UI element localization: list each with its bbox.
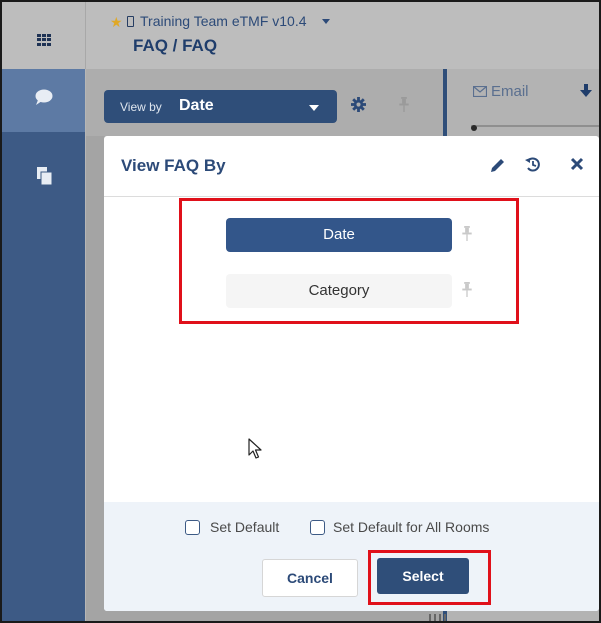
app-window: ★ Training Team eTMF v10.4 FAQ / FAQ Vie…: [0, 0, 601, 623]
grid-icon[interactable]: [37, 34, 51, 46]
app-title[interactable]: Training Team eTMF v10.4: [140, 13, 307, 29]
view-by-label: View by: [120, 100, 162, 114]
list-item: [471, 125, 599, 131]
select-highlight: [368, 550, 491, 605]
chat-icon[interactable]: [35, 89, 53, 105]
pin-icon[interactable]: [399, 97, 409, 112]
gear-icon[interactable]: [351, 97, 366, 112]
breadcrumb: FAQ / FAQ: [133, 36, 218, 55]
phone-icon: [127, 16, 134, 27]
left-sidebar: [2, 69, 85, 621]
download-icon[interactable]: [580, 84, 592, 98]
page-header: ★ Training Team eTMF v10.4 FAQ / FAQ: [86, 2, 599, 69]
view-faq-by-dialog: View FAQ By Date Category Set Default Se…: [104, 136, 599, 611]
dialog-header: View FAQ By: [104, 136, 599, 197]
app-launcher[interactable]: [2, 2, 86, 69]
close-icon[interactable]: [570, 157, 584, 171]
pencil-icon[interactable]: [490, 157, 506, 173]
cursor-icon: [248, 438, 262, 459]
star-icon[interactable]: ★: [110, 14, 123, 31]
chevron-down-icon: [309, 105, 319, 111]
set-default-all-rooms-label[interactable]: Set Default for All Rooms: [333, 519, 489, 535]
chevron-down-icon[interactable]: [322, 19, 330, 24]
set-default-label[interactable]: Set Default: [210, 519, 279, 535]
email-icon[interactable]: [473, 86, 487, 97]
view-by-value: Date: [179, 97, 214, 114]
cancel-button[interactable]: Cancel: [262, 559, 358, 597]
dialog-title: View FAQ By: [121, 156, 226, 175]
view-by-dropdown[interactable]: View by Date: [104, 90, 337, 123]
history-icon[interactable]: [525, 156, 541, 173]
email-button[interactable]: Email: [491, 83, 529, 100]
dialog-footer: Set Default Set Default for All Rooms Ca…: [104, 502, 599, 611]
set-default-checkbox[interactable]: [185, 520, 200, 535]
options-highlight: [179, 198, 519, 324]
documents-icon[interactable]: [37, 167, 52, 185]
resize-handle[interactable]: [429, 614, 447, 621]
set-default-all-rooms-checkbox[interactable]: [310, 520, 325, 535]
